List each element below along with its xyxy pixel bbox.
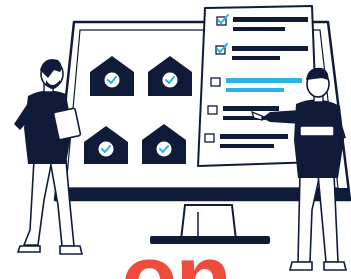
voting-illustration: on [0,0,351,279]
check-circle-icon [162,72,178,88]
check-circle-icon [98,141,114,157]
checkbox-empty [210,77,221,87]
checkbox-empty [207,105,218,115]
check-circle-icon [104,72,120,88]
banner-text: on [0,232,351,279]
check-circle-icon [156,141,172,157]
checkbox-empty [204,133,215,143]
